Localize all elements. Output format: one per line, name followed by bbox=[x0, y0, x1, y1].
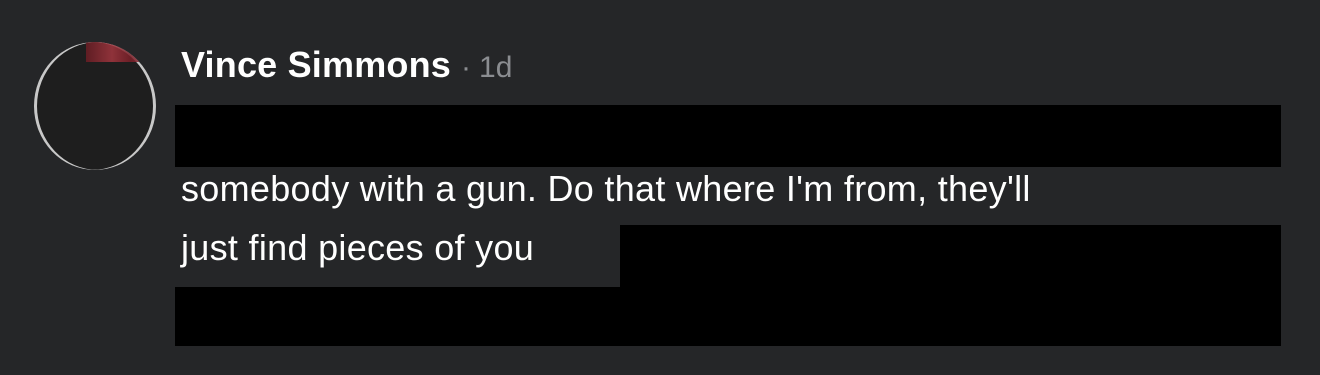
avatar-image-detail bbox=[86, 42, 156, 62]
meta-separator: · bbox=[461, 51, 472, 84]
comment-text-line: just find pieces of you bbox=[181, 227, 535, 268]
redaction-block bbox=[620, 225, 1281, 287]
author-avatar[interactable] bbox=[34, 42, 156, 170]
redaction-block bbox=[175, 287, 1281, 346]
comment-timestamp[interactable]: 1d bbox=[479, 51, 512, 85]
redaction-block bbox=[175, 105, 1281, 167]
comment-text-line: somebody with a gun. Do that where I'm f… bbox=[181, 168, 1031, 209]
comment-header: Vince Simmons · 1d bbox=[181, 44, 512, 88]
author-name[interactable]: Vince Simmons bbox=[181, 44, 451, 86]
